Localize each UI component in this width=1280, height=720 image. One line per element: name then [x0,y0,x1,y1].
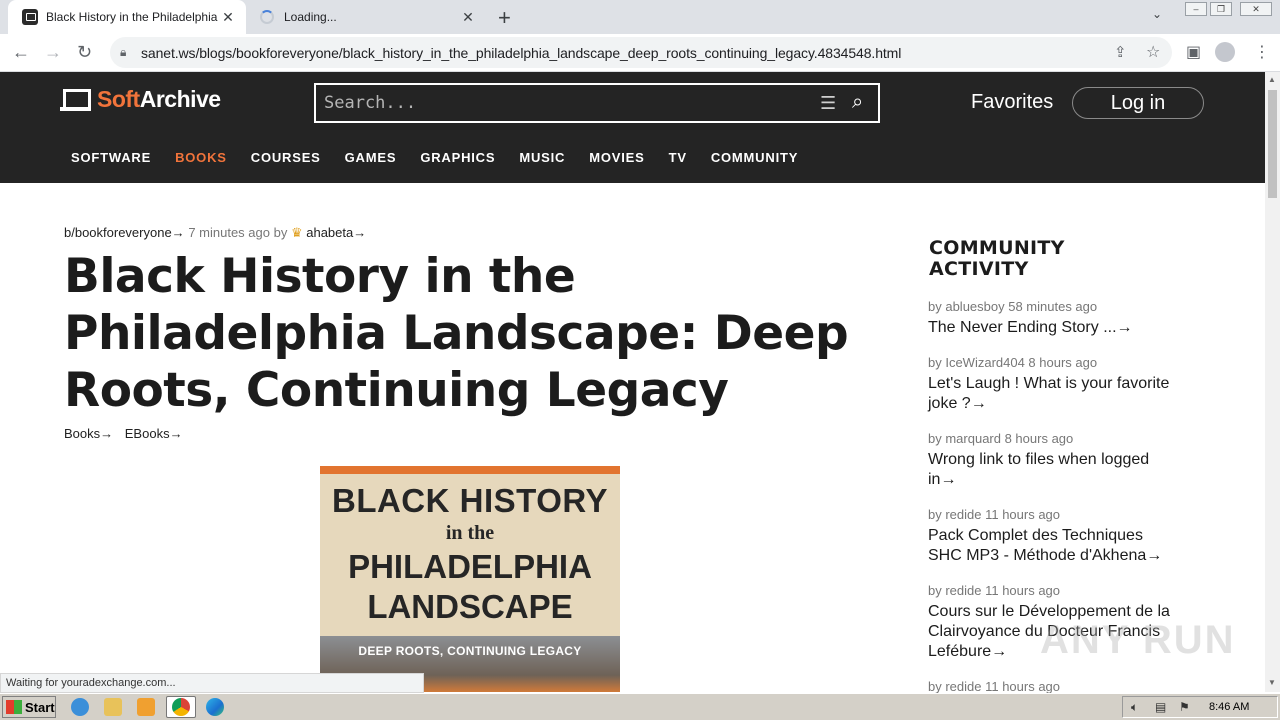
nav-books[interactable]: BOOKS [175,150,227,165]
scroll-down-icon[interactable]: ▼ [1268,678,1276,687]
post-time: 7 minutes ago by [188,225,288,240]
scroll-up-icon[interactable]: ▲ [1268,75,1276,84]
community-activity-heading: COMMUNITY ACTIVITY [929,237,1065,280]
cover-subtitle: DEEP ROOTS, CONTINUING LEGACY [358,644,582,658]
chrome-icon [172,698,190,716]
search-input[interactable] [324,91,804,115]
activity-byline: by redide 11 hours ago [928,583,1061,598]
activity-byline: by redide 11 hours ago [928,679,1061,694]
tab-close-icon[interactable]: ✕ [458,9,478,26]
logo-archive-text: Archive [139,86,221,112]
nav-courses[interactable]: COURSES [251,150,321,165]
activity-topic-link[interactable]: Wrong link to files when logged in→ [928,450,1178,490]
taskbar-clock[interactable]: 8:46 AM [1209,701,1249,713]
start-button[interactable]: Start [2,696,56,718]
anyrun-watermark: ANY RUN [1040,618,1236,662]
restore-button[interactable]: ❐ [1210,2,1232,16]
chrome-menu-icon[interactable]: ⋮ [1254,42,1270,62]
bookmark-star-icon[interactable]: ☆ [1146,42,1160,62]
close-window-button[interactable]: ✕ [1240,2,1272,16]
internet-explorer-icon[interactable] [71,698,89,716]
start-label: Start [25,699,55,715]
windows-logo-icon [6,700,22,714]
nav-tv[interactable]: TV [669,150,687,165]
activity-item: by redide 11 hours ago [928,679,1178,694]
edge-icon[interactable] [206,698,224,716]
minimize-button[interactable]: – [1185,2,1207,16]
tab-close-icon[interactable]: ✕ [218,9,238,26]
browser-toolbar: ← → ↻ 🔒︎ sanet.ws/blogs/bookforeveryone/… [0,34,1280,72]
activity-item: by abluesboy 58 minutes ago The Never En… [928,299,1178,338]
nav-community[interactable]: COMMUNITY [711,150,798,165]
tab-title: Loading... [284,10,337,24]
site-header: Soft Archive ☰ ⌕ Favorites Log in SOFTWA… [0,72,1265,183]
search-icon[interactable]: ⌕ [852,91,863,114]
nav-movies[interactable]: MOVIES [589,150,644,165]
scrollbar-thumb[interactable] [1268,90,1277,198]
windows-taskbar: Start 🔈︎ ▤ ⚑ 8:46 AM [0,693,1280,720]
tab-strip: Black History in the Philadelphia Landsc… [0,0,1280,34]
activity-byline: by abluesboy 58 minutes ago [928,299,1098,314]
tab-loading[interactable]: Loading... ✕ [250,0,486,34]
activity-item: by IceWizard404 8 hours ago Let's Laugh … [928,355,1178,414]
file-explorer-icon[interactable] [104,698,122,716]
crown-icon: ♛ [290,225,303,240]
lock-icon[interactable]: 🔒︎ [120,45,126,60]
loading-spinner-icon [260,10,274,24]
back-arrow-icon[interactable]: ← [12,42,30,63]
tab-search-icon[interactable]: ⌄ [1152,7,1162,21]
activity-topic-link[interactable]: Let's Laugh ! What is your favorite joke… [928,374,1178,414]
logo-soft-text: Soft [97,86,140,112]
reload-icon[interactable]: ↻ [77,42,92,63]
address-bar[interactable]: 🔒︎ sanet.ws/blogs/bookforeveryone/black_… [110,37,1172,68]
cover-line-3: PHILADELPHIA [348,548,592,585]
system-tray: 🔈︎ ▤ ⚑ 8:46 AM [1122,696,1278,718]
activity-topic-link[interactable]: Pack Complet des Techniques SHC MP3 - Mé… [928,526,1178,566]
network-icon[interactable]: ▤ [1155,700,1166,714]
post-title: Black History in the Philadelphia Landsc… [64,249,849,418]
activity-byline: by marquard 8 hours ago [928,431,1074,446]
nav-music[interactable]: MUSIC [519,150,565,165]
category-books-link[interactable]: Books→ [64,426,113,441]
author-link[interactable]: ahabeta→ [306,225,366,240]
volume-icon[interactable]: 🔈︎ [1131,700,1138,715]
blog-link[interactable]: b/bookforeveryone→ [64,225,185,240]
post-meta: b/bookforeveryone→ 7 minutes ago by ♛ ah… [64,225,366,241]
vertical-scrollbar[interactable]: ▲ ▼ [1265,72,1280,692]
activity-item: by redide 11 hours ago Pack Complet des … [928,507,1178,566]
laptop-icon [60,88,91,111]
filter-sliders-icon[interactable]: ☰ [820,93,836,114]
activity-item: by marquard 8 hours ago Wrong link to fi… [928,431,1178,490]
cover-top-bar [320,466,620,474]
forward-arrow-icon[interactable]: → [44,42,62,63]
nav-games[interactable]: GAMES [345,150,397,165]
category-ebooks-link[interactable]: EBooks→ [125,426,183,441]
side-panel-icon[interactable]: ▣ [1186,42,1201,62]
tab-title: Black History in the Philadelphia Landsc… [46,10,218,24]
profile-avatar-icon[interactable] [1215,42,1235,62]
browser-status-bar: Waiting for youradexchange.com... [0,673,424,693]
new-tab-button[interactable]: + [498,5,511,31]
cover-line-1: BLACK HISTORY [331,482,608,519]
tab-active[interactable]: Black History in the Philadelphia Landsc… [8,0,246,34]
favorites-link[interactable]: Favorites [971,91,1053,114]
activity-byline: by redide 11 hours ago [928,507,1061,522]
cover-line-4: LANDSCAPE [367,588,573,625]
action-center-flag-icon[interactable]: ⚑ [1179,700,1190,714]
search-box: ☰ ⌕ [314,83,880,123]
site-logo[interactable]: Soft Archive [60,86,221,113]
login-button[interactable]: Log in [1072,87,1204,119]
activity-topic-link[interactable]: The Never Ending Story ...→ [928,318,1178,338]
activity-byline: by IceWizard404 8 hours ago [928,355,1098,370]
category-nav: SOFTWARE BOOKS COURSES GAMES GRAPHICS MU… [71,150,822,165]
media-player-icon[interactable] [137,698,155,716]
book-cover-image: BLACK HISTORY in the PHILADELPHIA LANDSC… [320,466,620,692]
softarchive-favicon-icon [22,9,38,25]
post-categories: Books→ EBooks→ [64,426,191,441]
nav-software[interactable]: SOFTWARE [71,150,151,165]
share-icon[interactable]: ⇪ [1114,43,1127,61]
cover-line-2: in the [445,522,495,544]
nav-graphics[interactable]: GRAPHICS [420,150,495,165]
url-text[interactable]: sanet.ws/blogs/bookforeveryone/black_his… [141,45,901,61]
